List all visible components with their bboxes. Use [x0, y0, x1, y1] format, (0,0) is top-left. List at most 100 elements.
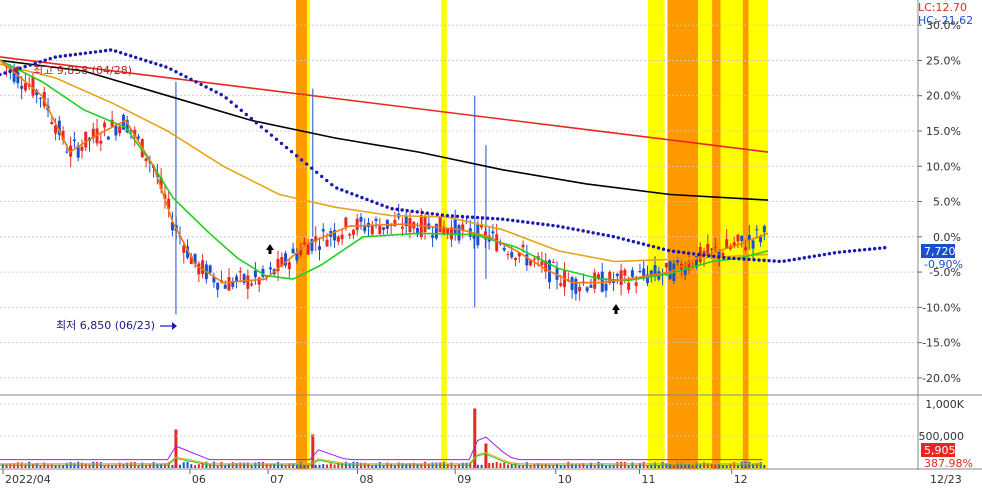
candle-body [374, 218, 378, 221]
candle-body [197, 263, 201, 275]
series-dot [395, 207, 399, 212]
y-tick-label: 10.0% [926, 160, 961, 173]
candle-body [351, 229, 355, 235]
candle-body [348, 234, 352, 236]
series-dot [58, 54, 63, 59]
series-dot [405, 208, 409, 213]
series-dot [194, 80, 198, 84]
series-dot [204, 85, 208, 89]
series-dot [254, 121, 259, 125]
series-dot [355, 193, 359, 198]
candle-body [72, 139, 76, 142]
candle-body [627, 282, 631, 290]
series-dot [521, 220, 525, 224]
series-dot [294, 154, 299, 158]
series-dot [264, 129, 269, 133]
series-dot [707, 254, 711, 258]
x-tick-label: 11 [642, 473, 656, 486]
volume-bar [506, 464, 509, 468]
series-dot [692, 252, 696, 256]
series-dot [63, 54, 68, 58]
series-dot [23, 64, 27, 69]
x-tick-label: 2022/04 [5, 473, 51, 486]
candle-body [434, 223, 438, 239]
series-dot [460, 214, 465, 219]
candle-body [706, 243, 710, 256]
series-dot [752, 258, 756, 262]
volume-bar [718, 463, 721, 468]
series-dot [636, 241, 641, 245]
candle-body [755, 229, 759, 231]
candle-body [423, 216, 427, 232]
series-dot [375, 201, 379, 205]
series-dot [455, 214, 460, 219]
y-tick-label: 0.0% [933, 231, 961, 244]
series-dot [651, 244, 656, 249]
series-dot [325, 178, 329, 183]
series-dot [184, 75, 188, 79]
series-dot [189, 77, 193, 82]
x-tick-label: 09 [457, 473, 471, 486]
series-dot [425, 211, 429, 215]
series-dot [757, 258, 761, 262]
candle-body [457, 224, 461, 241]
series-dot [164, 65, 168, 69]
candle-body [340, 234, 344, 240]
candle-body [759, 237, 763, 243]
series-dot [249, 116, 254, 121]
series-dot [360, 195, 364, 200]
high-annotation: 최고 9,858 (04/28) [33, 64, 132, 77]
series-dot [345, 190, 349, 194]
volume-bar [197, 464, 200, 468]
series-dot [78, 52, 83, 56]
series-dot [430, 212, 435, 216]
volume-bar [269, 463, 272, 468]
series-dot [546, 223, 550, 227]
candle-body [604, 283, 608, 291]
series-dot [465, 215, 470, 219]
series-dot [103, 48, 108, 53]
series-dot [576, 228, 580, 232]
series-dot [239, 108, 243, 113]
candle-body [751, 240, 755, 249]
candle-body [182, 245, 186, 253]
series-dot [847, 249, 852, 253]
series-dot [314, 170, 319, 174]
series-dot [787, 258, 791, 262]
series-dot [209, 87, 213, 92]
volume-bar [480, 464, 483, 468]
volume-bar [160, 463, 163, 468]
candle-body [118, 126, 122, 134]
candle-body [623, 269, 627, 276]
candle-body [20, 85, 24, 89]
candle-body [84, 131, 88, 148]
candle-body [23, 83, 27, 91]
series-dot [53, 55, 57, 59]
volume-bar [503, 462, 506, 468]
series-dot [279, 141, 284, 146]
series-dot [440, 213, 445, 217]
candle-body [559, 283, 563, 286]
candle-body [287, 262, 291, 270]
stock-chart: 30.0% 25.0% 20.0% 15.0% 10.0% 5.0% 0.0% -5.0% -1… [0, 0, 982, 489]
candle-body [510, 252, 514, 258]
volume-bar [510, 464, 513, 468]
series-dot [606, 233, 610, 238]
series-dot [214, 90, 218, 94]
series-dot [330, 182, 334, 187]
series-dot [792, 257, 796, 262]
series-dot [410, 209, 414, 213]
series-dot [289, 149, 294, 154]
volume-bar [1, 463, 4, 468]
volume-bar [314, 464, 317, 468]
candle-body [344, 217, 348, 227]
series-dot [274, 137, 279, 141]
series-dot [516, 219, 520, 223]
y-tick-label: 5.0% [933, 196, 961, 209]
candle-body [638, 271, 642, 273]
volume-bar [491, 462, 494, 468]
candle-body [664, 262, 668, 268]
candle-body [585, 287, 589, 292]
y-tick-label: 20.0% [926, 90, 961, 103]
series-dot [224, 96, 228, 100]
